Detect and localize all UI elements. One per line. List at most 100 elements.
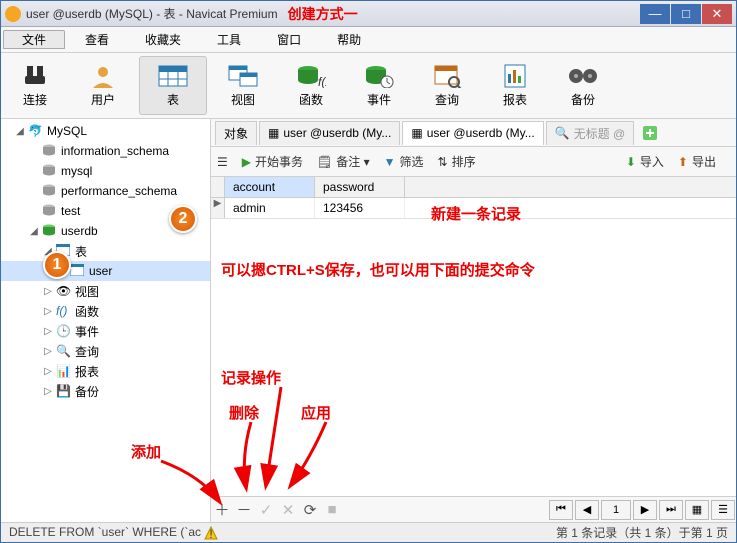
table-row[interactable]: ▶ admin 123456 <box>211 198 736 219</box>
ribbon-connect[interactable]: 连接 <box>1 53 69 118</box>
table-icon: ▦ <box>411 126 422 140</box>
report-icon: 📊 <box>56 364 72 378</box>
ribbon-backup[interactable]: 备份 <box>549 53 617 118</box>
titlebar: user @userdb (MySQL) - 表 - Navicat Premi… <box>1 1 736 27</box>
cell-account[interactable]: admin <box>225 198 315 218</box>
connection-tree[interactable]: ◢🐬MySQL information_schema mysql perform… <box>1 119 211 522</box>
next-page-button[interactable]: ▶ <box>633 500 657 520</box>
function-icon: f() <box>56 304 72 318</box>
add-record-button[interactable]: ＋ <box>211 499 233 521</box>
grid-toolbar: ☰ ▶开始事务 🗒备注 ▾ ▼筛选 ⇅排序 ⬇导入 ⬆导出 <box>211 147 736 177</box>
menu-window[interactable]: 窗口 <box>259 31 319 48</box>
note-icon: 🗒 <box>317 155 332 169</box>
record-footer: ＋ － ✓ ✕ ⟳ ■ ⏮ ◀ ▶ ⏭ ▦ ☰ <box>211 496 736 522</box>
stop-button[interactable]: ■ <box>321 499 343 521</box>
tree-mysql[interactable]: ◢🐬MySQL <box>1 121 210 141</box>
tree-backup-node[interactable]: ▷💾备份 <box>1 381 210 401</box>
new-tab-button[interactable] <box>640 123 660 143</box>
tab-user-2[interactable]: ▦user @userdb (My... <box>402 121 543 145</box>
menu-fav[interactable]: 收藏夹 <box>127 31 199 48</box>
delete-record-button[interactable]: － <box>233 499 255 521</box>
server-icon: 🐬 <box>28 124 44 138</box>
tree-func-node[interactable]: ▷f()函数 <box>1 301 210 321</box>
tree-query-node[interactable]: ▷🔍查询 <box>1 341 210 361</box>
tree-userdb[interactable]: ◢userdb <box>1 221 210 241</box>
view-icon <box>228 63 258 89</box>
refresh-button[interactable]: ⟳ <box>299 499 321 521</box>
warning-icon: ! <box>204 526 218 540</box>
tree-tables-node[interactable]: ◢表 <box>1 241 210 261</box>
tb-begin-transaction[interactable]: ▶开始事务 <box>242 153 303 170</box>
tab-objects[interactable]: 对象 <box>215 121 257 145</box>
col-account[interactable]: account <box>225 177 315 197</box>
tab-user-1[interactable]: ▦user @userdb (My... <box>259 121 400 145</box>
ribbon-query[interactable]: 查询 <box>413 53 481 118</box>
cell-password[interactable]: 123456 <box>315 198 405 218</box>
tree-db[interactable]: test <box>1 201 210 221</box>
db-open-icon <box>42 224 58 238</box>
statusbar: DELETE FROM `user` WHERE (`ac ! 第 1 条记录（… <box>1 522 736 542</box>
last-page-button[interactable]: ⏭ <box>659 500 683 520</box>
ribbon: 连接 用户 表 视图 f(x) 函数 事件 查询 报表 备份 <box>1 53 736 119</box>
sort-icon: ⇅ <box>438 155 448 169</box>
tree-db[interactable]: information_schema <box>1 141 210 161</box>
ribbon-report[interactable]: 报表 <box>481 53 549 118</box>
close-button[interactable]: ✕ <box>702 4 732 24</box>
tab-untitled[interactable]: 🔍无标题 @ <box>546 121 634 145</box>
tree-views-node[interactable]: ▷👁视图 <box>1 281 210 301</box>
form-mode-button[interactable]: ☰ <box>711 500 735 520</box>
status-sql: DELETE FROM `user` WHERE (`ac <box>9 525 201 539</box>
ribbon-user[interactable]: 用户 <box>69 53 137 118</box>
ribbon-view[interactable]: 视图 <box>209 53 277 118</box>
tree-db[interactable]: performance_schema <box>1 181 210 201</box>
menu-view[interactable]: 查看 <box>67 31 127 48</box>
tb-note[interactable]: 🗒备注 ▾ <box>317 153 370 170</box>
ribbon-table[interactable]: 表 <box>139 56 207 115</box>
annotation-recordops: 记录操作 <box>221 367 281 388</box>
maximize-button[interactable]: □ <box>671 4 701 24</box>
query-icon: 🔍 <box>56 344 72 358</box>
query-icon <box>432 63 462 89</box>
backup-icon: 💾 <box>56 384 72 398</box>
status-recinfo: 第 1 条记录（共 1 条）于第 1 页 <box>556 524 728 541</box>
user-icon <box>88 63 118 89</box>
data-grid[interactable]: account password ▶ admin 123456 新建一条记录 可… <box>211 177 736 496</box>
tb-filter[interactable]: ▼筛选 <box>384 153 424 170</box>
event-icon <box>364 63 394 89</box>
col-password[interactable]: password <box>315 177 405 197</box>
annotation-apply: 应用 <box>301 402 331 423</box>
db-icon <box>42 144 58 158</box>
table-icon <box>56 244 72 258</box>
menu-help[interactable]: 帮助 <box>319 31 379 48</box>
prev-page-button[interactable]: ◀ <box>575 500 599 520</box>
grid-mode-button[interactable]: ▦ <box>685 500 709 520</box>
page-input[interactable] <box>601 500 631 520</box>
ribbon-event[interactable]: 事件 <box>345 53 413 118</box>
menu-tools[interactable]: 工具 <box>199 31 259 48</box>
export-icon: ⬆ <box>678 155 688 169</box>
tb-hamburger[interactable]: ☰ <box>217 155 228 169</box>
row-indicator-icon: ▶ <box>211 198 225 218</box>
tree-event-node[interactable]: ▷🕒事件 <box>1 321 210 341</box>
tb-sort[interactable]: ⇅排序 <box>438 153 476 170</box>
play-icon: ▶ <box>242 155 251 169</box>
db-icon <box>42 184 58 198</box>
cancel-record-button[interactable]: ✕ <box>277 499 299 521</box>
table-icon <box>158 63 188 89</box>
tb-import[interactable]: ⬇导入 <box>626 153 664 170</box>
ribbon-func[interactable]: f(x) 函数 <box>277 53 345 118</box>
arrow-icon <box>211 377 391 497</box>
tree-user-table[interactable]: user <box>1 261 210 281</box>
plug-icon <box>20 63 50 89</box>
minimize-button[interactable]: — <box>640 4 670 24</box>
tree-report-node[interactable]: ▷📊报表 <box>1 361 210 381</box>
menu-file[interactable]: 文件 <box>3 30 65 49</box>
import-icon: ⬇ <box>626 155 636 169</box>
first-page-button[interactable]: ⏮ <box>549 500 573 520</box>
tree-db[interactable]: mysql <box>1 161 210 181</box>
table-icon <box>70 264 86 278</box>
function-icon: f(x) <box>296 63 326 89</box>
funnel-icon: ▼ <box>384 155 396 169</box>
tb-export[interactable]: ⬆导出 <box>678 153 716 170</box>
apply-record-button[interactable]: ✓ <box>255 499 277 521</box>
